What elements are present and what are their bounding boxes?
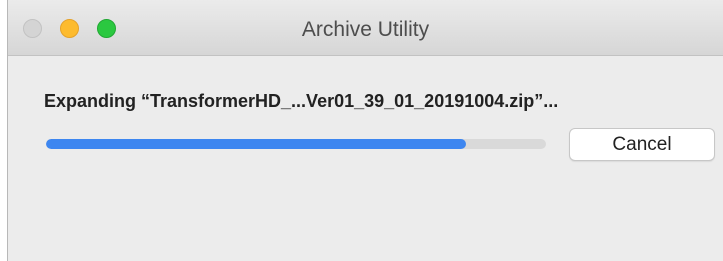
cancel-button[interactable]: Cancel [569, 128, 715, 161]
progress-bar-fill [46, 139, 466, 149]
expanding-status-text: Expanding “TransformerHD_...Ver01_39_01_… [44, 91, 559, 111]
window-title: Archive Utility [301, 18, 430, 41]
progress-bar [46, 139, 546, 149]
title-bar[interactable]: Archive Utility [8, 0, 723, 56]
archive-utility-window: Archive Utility Expanding “TransformerHD… [7, 0, 723, 261]
